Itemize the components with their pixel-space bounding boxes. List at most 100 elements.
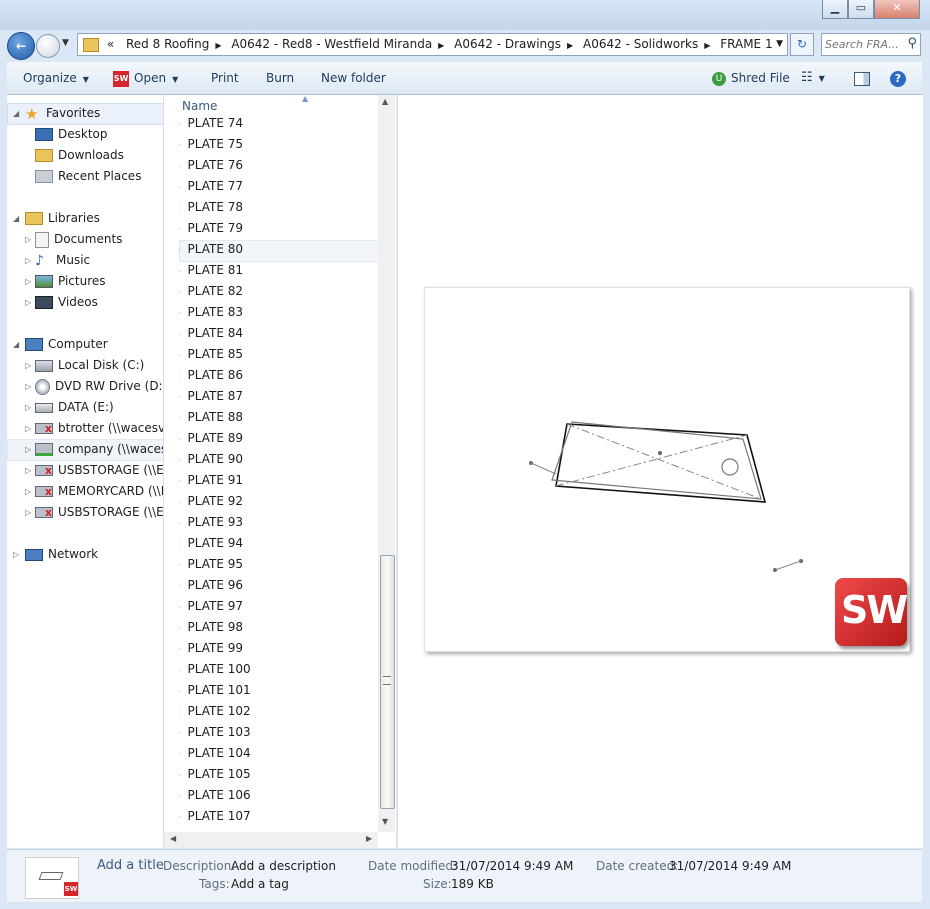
- file-row[interactable]: · PLATE 81: [178, 260, 378, 281]
- minimize-button[interactable]: ▁: [822, 0, 848, 19]
- nav-usbstorage-2[interactable]: x USBSTORAGE (\\EPS: [35, 502, 163, 522]
- expand-arrow-icon[interactable]: ▷: [25, 298, 31, 307]
- file-row[interactable]: · PLATE 91: [178, 470, 378, 491]
- nav-company-share[interactable]: company (\\wacesv: [35, 439, 163, 459]
- search-box[interactable]: ⚲: [821, 33, 921, 56]
- expand-arrow-icon[interactable]: ▷: [25, 508, 31, 517]
- file-row[interactable]: · PLATE 76: [178, 155, 378, 176]
- nav-desktop[interactable]: Desktop: [35, 124, 108, 144]
- expand-arrow-icon[interactable]: ▷: [25, 256, 31, 265]
- expand-arrow-icon[interactable]: ▷: [25, 361, 31, 370]
- new-folder-button[interactable]: New folder: [321, 62, 386, 94]
- file-row[interactable]: · PLATE 101: [178, 680, 378, 701]
- file-row[interactable]: · PLATE 75: [178, 134, 378, 155]
- expand-arrow-icon[interactable]: ▷: [25, 403, 31, 412]
- nav-local-disk[interactable]: Local Disk (C:): [35, 355, 144, 375]
- breadcrumb-frame1[interactable]: FRAME 1: [720, 34, 772, 55]
- nav-favorites[interactable]: ★ Favorites: [25, 103, 100, 123]
- scroll-down-icon[interactable]: ▼: [382, 817, 388, 826]
- forward-button[interactable]: [36, 34, 60, 58]
- expand-arrow-icon[interactable]: ▷: [25, 382, 31, 391]
- help-button[interactable]: ?: [890, 62, 906, 94]
- vertical-scroll-thumb[interactable]: [380, 555, 395, 809]
- file-row[interactable]: · PLATE 83: [178, 302, 378, 323]
- file-row[interactable]: · PLATE 106: [178, 785, 378, 806]
- close-button[interactable]: ✕: [874, 0, 920, 19]
- file-row[interactable]: · PLATE 100: [178, 659, 378, 680]
- file-row[interactable]: · PLATE 77: [178, 176, 378, 197]
- file-row[interactable]: · PLATE 89: [178, 428, 378, 449]
- file-row[interactable]: · PLATE 80: [178, 239, 378, 260]
- file-row[interactable]: · PLATE 95: [178, 554, 378, 575]
- nav-data-drive[interactable]: DATA (E:): [35, 397, 114, 417]
- address-dropdown-icon[interactable]: ▼: [776, 34, 783, 55]
- breadcrumb-a0642-project[interactable]: A0642 - Red8 - Westfield Miranda: [231, 34, 432, 55]
- collapse-arrow-icon[interactable]: ◢: [13, 109, 19, 118]
- breadcrumb-separator-icon[interactable]: ▶: [704, 35, 710, 55]
- file-row[interactable]: · PLATE 96: [178, 575, 378, 596]
- file-row[interactable]: · PLATE 93: [178, 512, 378, 533]
- nav-videos[interactable]: Videos: [35, 292, 98, 312]
- expand-arrow-icon[interactable]: ▷: [25, 466, 31, 475]
- open-menu[interactable]: SW Open ▼: [113, 62, 178, 94]
- search-icon[interactable]: ⚲: [907, 36, 917, 51]
- nav-recent-places[interactable]: Recent Places: [35, 166, 141, 186]
- collapse-arrow-icon[interactable]: ◢: [13, 340, 19, 349]
- file-row[interactable]: · PLATE 86: [178, 365, 378, 386]
- change-view-button[interactable]: ☷ ▼: [801, 62, 825, 94]
- breadcrumb-solidworks[interactable]: A0642 - Solidworks: [583, 34, 698, 55]
- breadcrumb-separator-icon[interactable]: ▶: [215, 35, 221, 55]
- file-row[interactable]: · PLATE 92: [178, 491, 378, 512]
- horizontal-scrollbar[interactable]: ◀ ▶: [164, 832, 378, 848]
- nav-network[interactable]: Network: [25, 544, 98, 564]
- scroll-right-icon[interactable]: ▶: [366, 834, 372, 843]
- expand-arrow-icon[interactable]: ▷: [25, 424, 31, 433]
- breadcrumb-red8-roofing[interactable]: Red 8 Roofing: [126, 34, 209, 55]
- file-row[interactable]: · PLATE 102: [178, 701, 378, 722]
- scroll-left-icon[interactable]: ◀: [170, 834, 176, 843]
- file-row[interactable]: · PLATE 88: [178, 407, 378, 428]
- file-row[interactable]: · PLATE 103: [178, 722, 378, 743]
- nav-memorycard[interactable]: x MEMORYCARD (\\E: [35, 481, 163, 501]
- nav-btrotter-share[interactable]: x btrotter (\\wacesvr0: [35, 418, 163, 438]
- file-row[interactable]: · PLATE 79: [178, 218, 378, 239]
- file-row[interactable]: · PLATE 87: [178, 386, 378, 407]
- expand-arrow-icon[interactable]: ▷: [25, 235, 31, 244]
- nav-music[interactable]: ♪ Music: [35, 250, 90, 270]
- address-bar[interactable]: « Red 8 Roofing ▶ A0642 - Red8 - Westfiel…: [77, 33, 788, 56]
- file-row[interactable]: · PLATE 82: [178, 281, 378, 302]
- file-row[interactable]: · PLATE 99: [178, 638, 378, 659]
- expand-arrow-icon[interactable]: ▷: [25, 487, 31, 496]
- back-button[interactable]: ←: [7, 32, 35, 60]
- shred-file-button[interactable]: U Shred File: [712, 62, 790, 94]
- file-row[interactable]: · PLATE 85: [178, 344, 378, 365]
- nav-dvd-drive[interactable]: DVD RW Drive (D:) Ju: [35, 376, 163, 396]
- nav-pictures[interactable]: Pictures: [35, 271, 106, 291]
- scroll-up-icon[interactable]: ▲: [382, 97, 388, 106]
- breadcrumb-drawings[interactable]: A0642 - Drawings: [454, 34, 561, 55]
- nav-computer[interactable]: Computer: [25, 334, 108, 354]
- file-row[interactable]: · PLATE 97: [178, 596, 378, 617]
- expand-arrow-icon[interactable]: ▷: [25, 277, 31, 286]
- file-row[interactable]: · PLATE 84: [178, 323, 378, 344]
- title-field[interactable]: Add a title: [97, 858, 164, 873]
- collapse-arrow-icon[interactable]: ◢: [13, 214, 19, 223]
- nav-usbstorage-1[interactable]: x USBSTORAGE (\\EPS: [35, 460, 163, 480]
- nav-libraries[interactable]: Libraries: [25, 208, 100, 228]
- expand-arrow-icon[interactable]: ▷: [25, 445, 31, 454]
- file-row[interactable]: · PLATE 107: [178, 806, 378, 827]
- preview-pane-toggle[interactable]: [854, 62, 870, 94]
- history-dropdown-icon[interactable]: ▼: [62, 38, 69, 48]
- description-field[interactable]: Add a description: [231, 859, 336, 873]
- nav-documents[interactable]: Documents: [35, 229, 122, 249]
- file-row[interactable]: · PLATE 90: [178, 449, 378, 470]
- file-row[interactable]: · PLATE 105: [178, 764, 378, 785]
- file-row[interactable]: · PLATE 104: [178, 743, 378, 764]
- print-button[interactable]: Print: [211, 62, 239, 94]
- refresh-button[interactable]: ↻: [790, 33, 814, 56]
- search-input[interactable]: [822, 34, 902, 55]
- expand-arrow-icon[interactable]: ▷: [13, 550, 19, 559]
- breadcrumb-separator-icon[interactable]: ▶: [438, 35, 444, 55]
- file-row[interactable]: · PLATE 98: [178, 617, 378, 638]
- column-header-name[interactable]: Name: [182, 99, 217, 113]
